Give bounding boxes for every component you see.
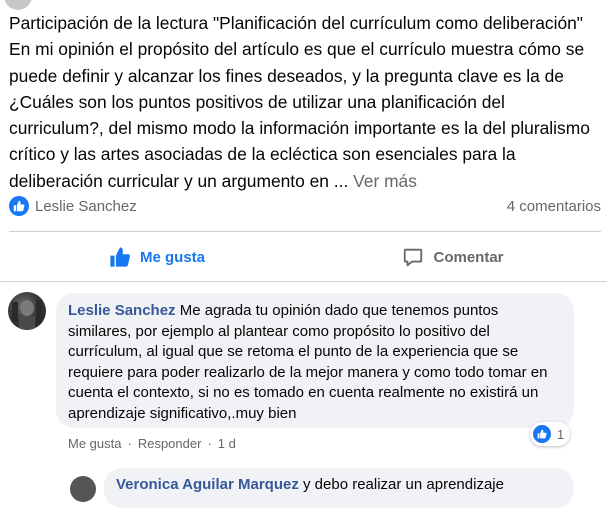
post-action-bar: Me gusta Comentar (9, 237, 601, 277)
comment-like-link[interactable]: Me gusta (68, 436, 121, 451)
comment-reply-link[interactable]: Responder (138, 436, 202, 451)
like-reaction-icon (9, 196, 29, 216)
like-button-label: Me gusta (139, 248, 205, 266)
comment-button-label: Comentar (433, 248, 504, 266)
comment-text: Me agrada tu opinión dado que tenemos pu… (68, 302, 548, 422)
post-stats: Leslie Sanchez 4 comentarios (9, 193, 601, 219)
reply-author-link[interactable]: Veronica Aguilar Marquez (116, 476, 299, 493)
divider (9, 231, 601, 232)
post-author-avatar[interactable] (4, 0, 32, 10)
comment-timestamp[interactable]: 1 d (218, 436, 236, 451)
comment-bubble-icon (404, 248, 423, 267)
comment-bubble: Leslie Sanchez Me agrada tu opinión dado… (56, 293, 574, 428)
divider (0, 281, 607, 282)
post-text: Participación de la lectura "Planificaci… (9, 13, 590, 191)
see-more-link[interactable]: Ver más (353, 171, 417, 191)
reactor-name: Leslie Sanchez (35, 197, 137, 215)
comment-author-link[interactable]: Leslie Sanchez (68, 302, 176, 319)
comment-actions: Me gusta · Responder · 1 d (68, 436, 236, 451)
comments-count-link[interactable]: 4 comentarios (507, 198, 601, 215)
like-button[interactable]: Me gusta (9, 237, 305, 277)
like-reaction-icon (533, 425, 551, 443)
comment-button[interactable]: Comentar (305, 237, 601, 277)
post-body: Participación de la lectura "Planificaci… (9, 10, 601, 194)
commenter-avatar[interactable] (8, 292, 46, 330)
reply-bubble: Veronica Aguilar Marquez y debo realizar… (104, 468, 574, 508)
separator-dot: · (127, 436, 132, 451)
comment-reaction-count: 1 (557, 426, 565, 442)
reply-text: y debo realizar un aprendizaje (303, 476, 504, 493)
reply-author-avatar[interactable] (70, 476, 96, 502)
comment-reactions[interactable]: 1 (530, 422, 571, 446)
thumbs-up-icon (110, 247, 130, 267)
separator-dot: · (207, 436, 212, 451)
reactions-summary[interactable]: Leslie Sanchez (9, 196, 137, 216)
